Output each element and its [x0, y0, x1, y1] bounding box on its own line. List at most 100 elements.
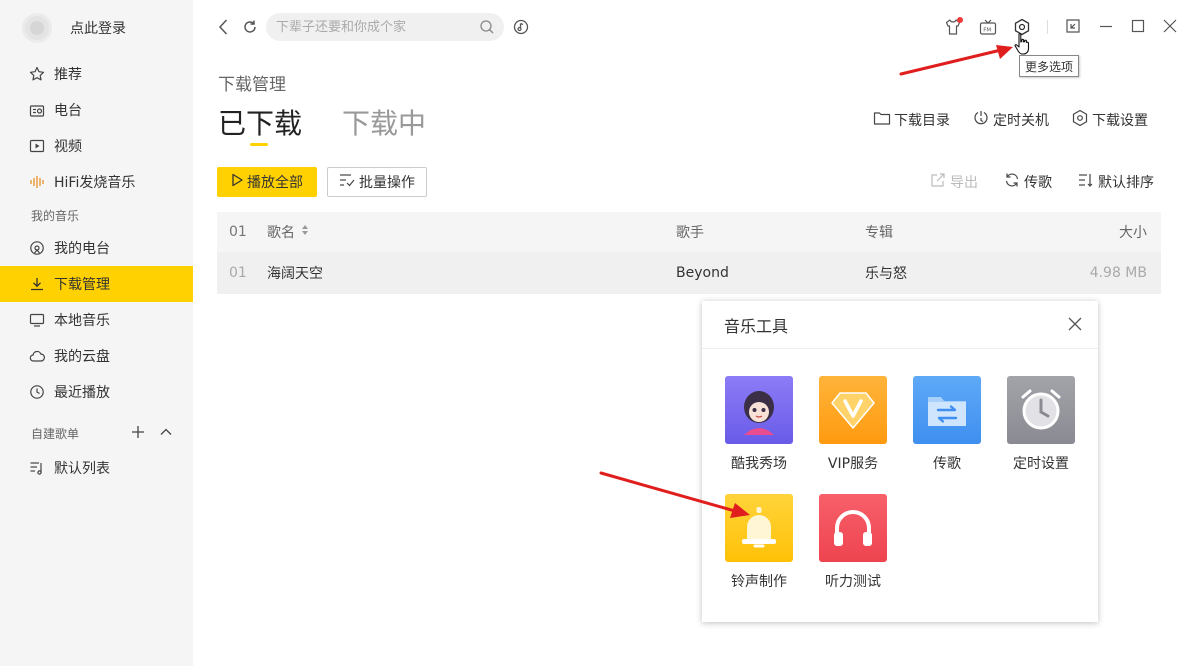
sidebar-item-label: 默认列表	[54, 461, 110, 477]
vip-diamond-icon	[819, 376, 887, 444]
row-artist[interactable]: Beyond	[676, 265, 865, 281]
transfer-folder-icon	[913, 376, 981, 444]
search-box[interactable]	[266, 13, 504, 41]
notification-dot	[957, 17, 963, 23]
tab-label: 下载中	[342, 107, 427, 140]
sidebar-item-my-radio[interactable]: 我的电台	[0, 230, 193, 266]
sidebar-item-label: 下载管理	[54, 277, 110, 293]
header-size: 大小	[1119, 225, 1147, 241]
music-tools-dialog: 音乐工具 酷我秀场 VIP服务 传歌 定时设置 铃声制作 听力测试	[702, 301, 1098, 622]
tab-downloaded[interactable]: 已下载	[218, 102, 302, 146]
timed-shutdown-button[interactable]: 定时关机	[972, 109, 1049, 131]
sidebar-item-radio[interactable]: 电台	[0, 92, 193, 128]
sidebar-item-label: 推荐	[54, 67, 82, 83]
listen-recognize-icon[interactable]	[513, 19, 529, 39]
video-icon	[29, 138, 45, 154]
sidebar-item-cloud[interactable]: 我的云盘	[0, 338, 193, 374]
sidebar-item-recommend[interactable]: 推荐	[0, 56, 193, 92]
top-bar: FM	[193, 0, 1184, 56]
my-radio-icon	[29, 240, 45, 256]
default-sort-button[interactable]: 默认排序	[1078, 172, 1154, 192]
tool-label: 酷我秀场	[731, 456, 787, 472]
action-label: 传歌	[1024, 175, 1052, 191]
tool-label: 定时设置	[1013, 456, 1069, 472]
avatar[interactable]	[22, 13, 52, 43]
sidebar-item-default-list[interactable]: 默认列表	[0, 450, 193, 486]
sidebar-item-label: 本地音乐	[54, 313, 110, 329]
dialog-header: 音乐工具	[702, 301, 1098, 349]
sidebar-item-download[interactable]: 下载管理	[0, 266, 193, 302]
active-tab-indicator	[250, 143, 268, 146]
sidebar: 点此登录 推荐 电台 视频 HiFi发烧音乐 我的音乐 我的电台 下载管理 本地…	[0, 0, 193, 666]
kuwo-show-icon	[725, 376, 793, 444]
login-area[interactable]: 点此登录	[0, 0, 193, 56]
back-icon[interactable]	[217, 18, 231, 40]
fm-radio-icon[interactable]: FM	[979, 18, 997, 40]
settings-hex-icon	[1071, 109, 1089, 131]
row-song-name[interactable]: 海阔天空	[267, 263, 676, 283]
sidebar-item-video[interactable]: 视频	[0, 128, 193, 164]
download-actions: 下载目录 定时关机 下载设置	[873, 109, 1148, 131]
export-icon	[930, 172, 946, 192]
section-playlists: 自建歌单	[31, 426, 80, 441]
sidebar-item-hifi[interactable]: HiFi发烧音乐	[0, 164, 193, 200]
radio-icon	[29, 102, 45, 118]
row-size: 4.98 MB	[1089, 265, 1147, 281]
bell-icon	[725, 494, 793, 562]
download-settings-button[interactable]: 下载设置	[1071, 109, 1148, 131]
tool-ringtone-maker[interactable]: 铃声制作	[714, 494, 804, 591]
header-album: 专辑	[865, 225, 893, 241]
toolbar-divider	[1047, 20, 1048, 34]
tab-downloading[interactable]: 下载中	[342, 102, 426, 142]
login-link[interactable]: 点此登录	[70, 18, 126, 38]
close-icon[interactable]	[1066, 315, 1084, 337]
download-tabs: 已下载 下载中	[218, 102, 426, 146]
add-playlist-icon[interactable]	[131, 423, 145, 444]
dialog-title: 音乐工具	[724, 316, 789, 336]
tool-timer-settings[interactable]: 定时设置	[996, 376, 1086, 473]
tool-transfer-songs[interactable]: 传歌	[902, 376, 992, 473]
minimize-icon[interactable]	[1098, 18, 1114, 38]
action-label: 定时关机	[993, 113, 1049, 129]
cloud-icon	[29, 348, 45, 364]
download-folder-button[interactable]: 下载目录	[873, 109, 950, 131]
tool-label: 传歌	[933, 456, 961, 472]
refresh-icon[interactable]	[241, 18, 259, 40]
sort-icon	[1078, 172, 1094, 192]
table-header: 01 歌名 歌手 专辑 大小	[217, 212, 1161, 252]
sidebar-item-label: 我的云盘	[54, 349, 110, 365]
sidebar-item-label: 视频	[54, 139, 82, 155]
action-label: 导出	[950, 175, 978, 191]
section-my-music: 我的音乐	[31, 209, 80, 223]
play-all-button[interactable]: 播放全部	[217, 167, 317, 197]
batch-list-icon	[339, 173, 355, 191]
skin-shirt-icon[interactable]	[945, 17, 963, 40]
monitor-icon	[29, 312, 45, 328]
header-song-name[interactable]: 歌名	[267, 222, 676, 242]
table-row[interactable]: 01 海阔天空 Beyond 乐与怒 4.98 MB	[217, 252, 1161, 294]
mini-mode-icon[interactable]	[1065, 18, 1081, 38]
sidebar-item-label: 我的电台	[54, 241, 110, 257]
page-title: 下载管理	[218, 75, 286, 95]
search-icon[interactable]	[479, 19, 495, 39]
action-label: 下载设置	[1092, 113, 1148, 129]
sidebar-item-recent[interactable]: 最近播放	[0, 374, 193, 410]
close-icon[interactable]	[1162, 18, 1178, 38]
tool-kuwo-show[interactable]: 酷我秀场	[714, 376, 804, 473]
svg-text:FM: FM	[983, 28, 991, 34]
transfer-songs-button[interactable]: 传歌	[1004, 172, 1052, 192]
alarm-clock-icon	[1007, 376, 1075, 444]
tool-label: VIP服务	[827, 456, 879, 472]
tool-label: 听力测试	[825, 574, 881, 590]
star-icon	[29, 66, 45, 82]
batch-operation-button[interactable]: 批量操作	[327, 167, 427, 197]
chevron-up-icon[interactable]	[159, 423, 173, 444]
row-album[interactable]: 乐与怒	[865, 263, 1015, 283]
maximize-icon[interactable]	[1130, 18, 1146, 38]
sort-arrows-icon[interactable]	[301, 224, 309, 240]
search-input[interactable]	[276, 19, 471, 35]
tool-hearing-test[interactable]: 听力测试	[808, 494, 898, 591]
export-button[interactable]: 导出	[930, 172, 978, 192]
sidebar-item-local[interactable]: 本地音乐	[0, 302, 193, 338]
tool-vip-service[interactable]: VIP服务	[808, 376, 898, 473]
